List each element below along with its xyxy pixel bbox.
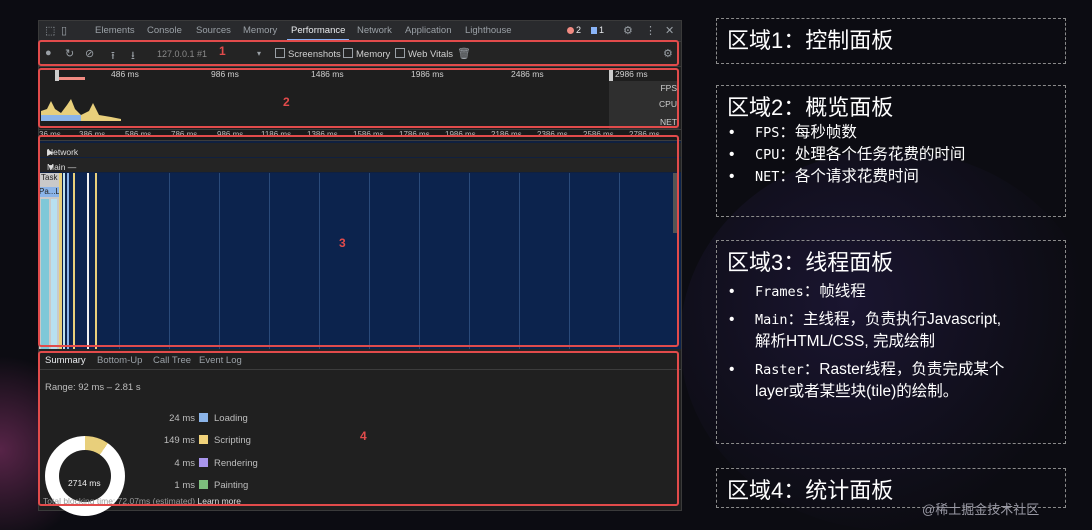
- device-toolbar-icon[interactable]: ▯: [61, 24, 67, 37]
- panel-zone-3: 区域3：线程面板 Frames：帧线程 Main：主线程，负责执行Javascr…: [716, 240, 1066, 444]
- panel-title: 区域4：统计面板: [727, 478, 894, 503]
- message-icon: [591, 27, 597, 35]
- panel-title: 区域1：控制面板: [727, 28, 894, 53]
- list-item: CPU：处理各个任务花费的时间: [717, 144, 965, 166]
- close-icon[interactable]: ✕: [665, 24, 674, 37]
- panel-zone-1: 区域1：控制面板: [716, 18, 1066, 64]
- zone-3-number: 3: [339, 236, 346, 250]
- inspect-element-icon[interactable]: ⬚: [45, 24, 55, 37]
- list-item: Main：主线程，负责执行Javascript,: [717, 309, 1004, 331]
- zone-1-number: 1: [219, 44, 226, 58]
- tab-performance[interactable]: Performance: [286, 25, 350, 41]
- tab-network[interactable]: Network: [357, 25, 392, 36]
- list-item: NET：各个请求花费时间: [717, 166, 965, 188]
- tab-console[interactable]: Console: [147, 25, 182, 36]
- error-icon: [567, 27, 574, 35]
- panel-list: Frames：帧线程 Main：主线程，负责执行Javascript, 解析HT…: [717, 281, 1004, 403]
- donut-total: 2714 ms: [68, 478, 101, 488]
- panel-list: FPS：每秒帧数 CPU：处理各个任务花费的时间 NET：各个请求花费时间: [717, 122, 965, 188]
- tab-elements[interactable]: Elements: [95, 25, 135, 36]
- panel-zone-2: 区域2：概览面板 FPS：每秒帧数 CPU：处理各个任务花费的时间 NET：各个…: [716, 85, 1066, 217]
- zone-4-outline: [38, 351, 679, 506]
- list-item: Raster：Raster线程，负责完成某个: [717, 359, 1004, 381]
- panel-title: 区域2：概览面板: [727, 95, 894, 120]
- list-item: Frames：帧线程: [717, 281, 1004, 303]
- list-item-continuation: layer或者某些块(tile)的绘制。: [755, 383, 959, 400]
- error-badge[interactable]: 2: [567, 25, 581, 35]
- zone-1-outline: [38, 40, 679, 66]
- zone-3-outline: [38, 135, 679, 347]
- tab-application[interactable]: Application: [405, 25, 451, 36]
- list-item-continuation: 解析HTML/CSS, 完成绘制: [755, 333, 935, 350]
- more-options-icon[interactable]: ⋮: [645, 24, 656, 37]
- tab-memory[interactable]: Memory: [243, 25, 277, 36]
- watermark: @稀土掘金技术社区: [922, 502, 1040, 517]
- devtools-tab-bar: ⬚ ▯ Elements Console Sources Memory Perf…: [39, 21, 681, 42]
- message-badge[interactable]: 1: [591, 25, 604, 35]
- tab-lighthouse[interactable]: Lighthouse: [465, 25, 511, 36]
- zone-2-number: 2: [283, 95, 290, 109]
- tab-sources[interactable]: Sources: [196, 25, 231, 36]
- panel-title: 区域3：线程面板: [727, 250, 894, 275]
- zone-4-number: 4: [360, 429, 367, 443]
- list-item: FPS：每秒帧数: [717, 122, 965, 144]
- settings-gear-icon[interactable]: ⚙: [623, 24, 633, 37]
- zone-2-outline: [38, 68, 679, 128]
